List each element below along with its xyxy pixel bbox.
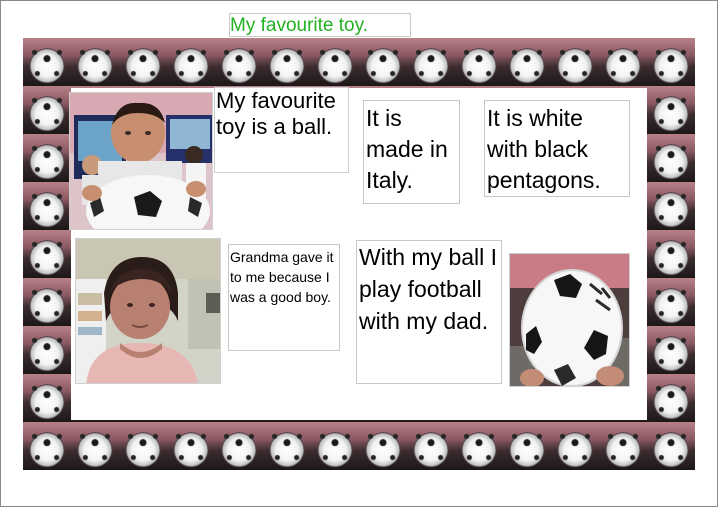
made-in-textbox[interactable]: It is made in Italy. [363, 100, 460, 204]
ball-photo [509, 253, 630, 387]
colors-textbox[interactable]: It is white with black pentagons. [484, 100, 630, 197]
boy-photo [69, 92, 213, 230]
colors-text: It is white with black pentagons. [487, 105, 601, 193]
grandma-textbox[interactable]: Grandma gave it to me because I was a go… [228, 244, 340, 351]
play-text: With my ball I play football with my dad… [359, 244, 498, 334]
favourite-toy-text: My favourite toy is a ball. [216, 88, 336, 139]
play-textbox[interactable]: With my ball I play football with my dad… [356, 240, 502, 384]
favourite-toy-textbox[interactable]: My favourite toy is a ball. [214, 87, 349, 173]
document-page: My favourite toy. My favourite toy is a … [0, 0, 718, 507]
title-textbox[interactable]: My favourite toy. [229, 13, 411, 37]
grandma-text: Grandma gave it to me because I was a go… [230, 249, 334, 305]
made-in-text: It is made in Italy. [366, 105, 448, 193]
grandma-photo [75, 238, 221, 384]
